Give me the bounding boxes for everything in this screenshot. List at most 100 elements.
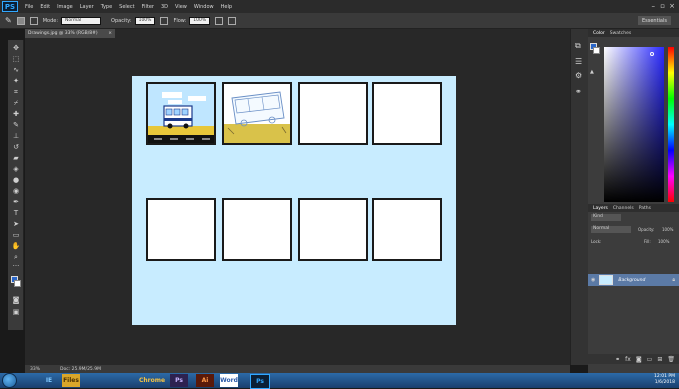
document-tab[interactable]: Drawings.jpg @ 33% (RGB/8#) ×	[25, 29, 115, 38]
bus-drawing-colored	[148, 92, 214, 143]
taskbar-photoshop-icon[interactable]: Ps	[250, 374, 270, 389]
menu-layer[interactable]: Layer	[80, 4, 94, 10]
move-tool-icon[interactable]: ✥	[11, 44, 21, 52]
new-layer-icon[interactable]: ⊞	[657, 356, 662, 363]
pen-tool-icon[interactable]: ✒	[11, 198, 21, 206]
menu-edit[interactable]: Edit	[40, 4, 50, 10]
pressure-opacity-icon[interactable]	[160, 16, 169, 25]
tab-paths[interactable]: Paths	[639, 206, 651, 211]
visibility-eye-icon[interactable]: ◉	[591, 277, 595, 283]
brush-tool-icon[interactable]: ✎	[5, 16, 12, 25]
menu-image[interactable]: Image	[57, 4, 73, 10]
flow-label: Flow:	[173, 17, 187, 24]
mode-select[interactable]: Normal	[61, 16, 102, 25]
history-panel-icon[interactable]: ⧉	[575, 41, 581, 51]
layers-opacity-value[interactable]: 100%	[662, 227, 673, 232]
fill-label: Fill:	[644, 239, 651, 244]
crop-tool-icon[interactable]: ⌗	[11, 88, 21, 96]
paint-bucket-tool-icon[interactable]: ◈	[11, 165, 21, 173]
menu-type[interactable]: Type	[101, 4, 112, 10]
minimize-icon[interactable]: –	[652, 2, 656, 10]
path-select-tool-icon[interactable]: ➤	[11, 220, 21, 228]
start-button[interactable]	[2, 373, 17, 388]
color-panel-tabs: Color Swatches	[588, 29, 679, 37]
layers-footer: ⚭ fx ◙ ▭ ⊞ 🗑︎	[588, 354, 679, 364]
layer-blend-mode[interactable]: Normal	[591, 226, 631, 233]
taskbar-illustrator-icon[interactable]: Ai	[196, 374, 214, 387]
lasso-tool-icon[interactable]: ∿	[11, 66, 21, 74]
color-picker-cursor[interactable]	[650, 52, 654, 56]
taskbar: IE Files Chrome Ps Ai Word Ps 12:01 PM 1…	[0, 373, 679, 389]
tab-layers[interactable]: Layers	[593, 206, 608, 211]
add-mask-icon[interactable]: ◙	[636, 356, 642, 363]
adjustments-panel-icon[interactable]: ⚙	[575, 71, 582, 80]
brush-tool-icon[interactable]: ✎	[11, 121, 21, 129]
storyboard-frame-5	[146, 198, 216, 261]
layer-row-background[interactable]: ◉ Background 🔒︎	[588, 274, 679, 286]
document-close-icon[interactable]: ×	[108, 31, 112, 36]
paragraph-panel-icon[interactable]: ⚭	[575, 87, 582, 96]
tab-channels[interactable]: Channels	[613, 206, 634, 211]
dodge-tool-icon[interactable]: ◉	[11, 187, 21, 195]
mode-label: Mode:	[42, 17, 59, 24]
color-field[interactable]	[604, 47, 664, 202]
tab-color[interactable]: Color	[593, 31, 605, 36]
menu-help[interactable]: Help	[221, 4, 232, 10]
type-tool-icon[interactable]: T	[11, 209, 21, 217]
background-color-swatch[interactable]	[14, 280, 21, 287]
eraser-tool-icon[interactable]: ▰	[11, 154, 21, 162]
clone-stamp-tool-icon[interactable]: ⊥	[11, 132, 21, 140]
lock-label: Lock:	[591, 239, 602, 244]
doc-size-info[interactable]: Doc: 25.9M/25.9M	[60, 367, 101, 372]
menu-view[interactable]: View	[175, 4, 187, 10]
marquee-tool-icon[interactable]: ⬚	[11, 55, 21, 63]
zoom-tool-icon[interactable]: ⌕	[11, 253, 21, 261]
document-tab-title: Drawings.jpg @ 33% (RGB/8#)	[28, 31, 98, 36]
flow-field[interactable]: 100%	[189, 16, 211, 25]
restore-icon[interactable]: ▫	[660, 2, 665, 10]
color-panel-background-swatch[interactable]	[593, 47, 600, 54]
delete-layer-icon[interactable]: 🗑︎	[667, 356, 675, 363]
close-icon[interactable]: ×	[669, 2, 675, 10]
taskbar-chrome-icon[interactable]: Chrome	[139, 374, 165, 387]
rectangle-tool-icon[interactable]: ▭	[11, 231, 21, 239]
layer-style-icon[interactable]: fx	[625, 356, 631, 363]
quick-mask-icon[interactable]: ◙	[11, 296, 21, 304]
fill-value[interactable]: 100%	[658, 239, 669, 244]
layer-name[interactable]: Background	[618, 278, 645, 283]
screen-mode-icon[interactable]: ▣	[11, 308, 21, 316]
taskbar-clock[interactable]: 12:01 PM 1/6/2018	[654, 374, 675, 386]
menu-3d[interactable]: 3D	[161, 4, 168, 10]
layer-filter-kind[interactable]: Kind	[591, 214, 621, 221]
brush-panel-icon[interactable]: ☰	[575, 57, 582, 66]
history-brush-tool-icon[interactable]: ↺	[11, 143, 21, 151]
quick-select-tool-icon[interactable]: ✦	[11, 77, 21, 85]
menu-filter[interactable]: Filter	[142, 4, 154, 10]
brush-panel-icon[interactable]	[29, 16, 38, 25]
opacity-field[interactable]: 100%	[134, 16, 156, 25]
zoom-level[interactable]: 33%	[30, 367, 40, 372]
menu-window[interactable]: Window	[194, 4, 214, 10]
menu-file[interactable]: File	[25, 4, 33, 10]
eyedropper-tool-icon[interactable]: ⌿	[11, 99, 21, 107]
taskbar-word-icon[interactable]: Word	[220, 374, 238, 387]
canvas[interactable]	[132, 76, 456, 325]
pressure-size-icon[interactable]	[228, 16, 237, 25]
menu-select[interactable]: Select	[119, 4, 134, 10]
workspace-select[interactable]: Essentials	[637, 16, 671, 25]
taskbar-premiere-icon[interactable]: Ps	[170, 374, 188, 387]
link-layers-icon[interactable]: ⚭	[615, 356, 620, 363]
more-tools-icon[interactable]: ···	[11, 262, 21, 270]
airbrush-icon[interactable]	[215, 16, 224, 25]
hand-tool-icon[interactable]: ✋	[11, 242, 21, 250]
blur-tool-icon[interactable]: ●	[11, 176, 21, 184]
taskbar-explorer-icon[interactable]: Files	[62, 374, 80, 387]
hue-slider[interactable]	[668, 47, 674, 202]
taskbar-ie-icon[interactable]: IE	[40, 374, 58, 387]
brush-preset-picker[interactable]	[16, 16, 25, 25]
tools-panel: ✥ ⬚ ∿ ✦ ⌗ ⌿ ✚ ✎ ⊥ ↺ ▰ ◈ ● ◉ ✒ T ➤ ▭ ✋ ⌕ …	[8, 40, 24, 330]
healing-brush-tool-icon[interactable]: ✚	[11, 110, 21, 118]
tab-swatches[interactable]: Swatches	[610, 31, 632, 36]
gamut-warning-icon: ▲	[590, 69, 594, 75]
new-group-icon[interactable]: ▭	[647, 356, 653, 363]
